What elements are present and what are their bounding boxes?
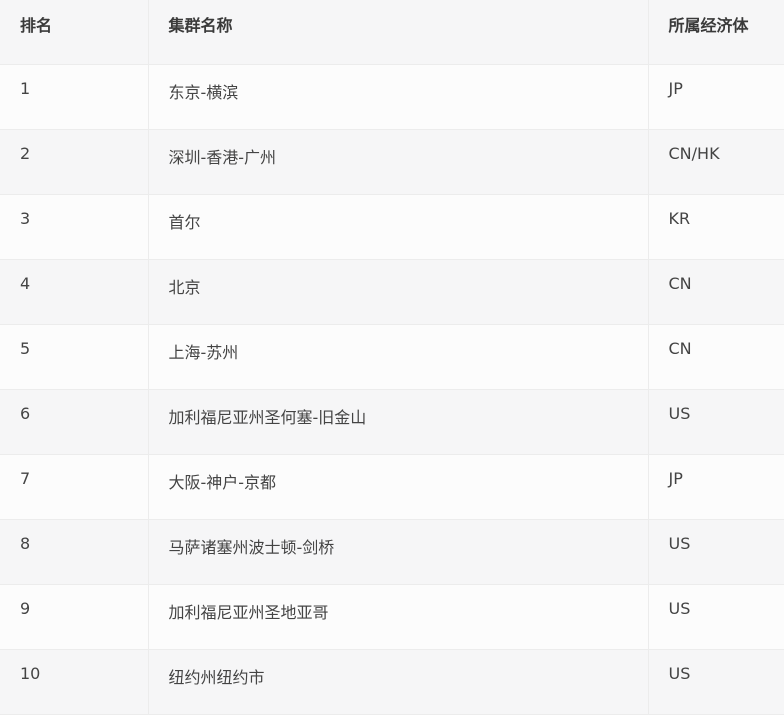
- cluster-name-cell: 马萨诸塞州波士顿-剑桥: [148, 519, 649, 584]
- table-row: 10 纽约州纽约市 US: [0, 649, 784, 714]
- economy-cell: JP: [668, 468, 683, 488]
- rank-cell: 3: [0, 194, 149, 259]
- table-body: 1 东京-横滨 JP 2 深圳-香港-广州 CN/HK 3 首尔 KR 4 北京…: [0, 64, 784, 714]
- rank-cell: 9: [0, 584, 149, 649]
- rank-cell: 4: [0, 259, 149, 324]
- economy-cell: US: [668, 533, 691, 553]
- header-economy: 所属经济体: [668, 16, 749, 35]
- economy-cell: CN: [668, 273, 692, 293]
- table-row: 2 深圳-香港-广州 CN/HK: [0, 129, 784, 194]
- rank-cell: 10: [0, 649, 149, 714]
- cluster-name-cell: 上海-苏州: [148, 324, 649, 389]
- economy-cell: US: [668, 403, 691, 423]
- table-row: 1 东京-横滨 JP: [0, 64, 784, 129]
- cluster-name-cell: 加利福尼亚州圣何塞-旧金山: [148, 389, 649, 454]
- header-row: 排名 集群名称 所属经济体: [0, 0, 784, 64]
- table-row: 8 马萨诸塞州波士顿-剑桥 US: [0, 519, 784, 584]
- economy-cell: CN/HK: [668, 143, 720, 163]
- economy-cell: KR: [668, 208, 691, 228]
- cluster-name-cell: 首尔: [148, 194, 649, 259]
- table-header: 排名 集群名称 所属经济体: [0, 0, 784, 64]
- header-cluster-name: 集群名称: [148, 0, 649, 64]
- table-row: 3 首尔 KR: [0, 194, 784, 259]
- economy-cell: CN: [668, 338, 692, 358]
- cluster-name-cell: 深圳-香港-广州: [148, 129, 649, 194]
- cluster-name-cell: 东京-横滨: [148, 64, 649, 129]
- header-rank: 排名: [0, 0, 149, 64]
- economy-cell: JP: [668, 78, 683, 98]
- rank-cell: 6: [0, 389, 149, 454]
- economy-cell: US: [668, 598, 691, 618]
- table-row: 7 大阪-神户-京都 JP: [0, 454, 784, 519]
- table-row: 4 北京 CN: [0, 259, 784, 324]
- rank-cell: 8: [0, 519, 149, 584]
- rank-cell: 1: [0, 64, 149, 129]
- cluster-name-cell: 加利福尼亚州圣地亚哥: [148, 584, 649, 649]
- table-row: 6 加利福尼亚州圣何塞-旧金山 US: [0, 389, 784, 454]
- ranking-table: 排名 集群名称 所属经济体 1 东京-横滨 JP 2 深圳-香港-广州 CN/H…: [0, 0, 784, 715]
- economy-cell: US: [668, 663, 691, 683]
- rank-cell: 5: [0, 324, 149, 389]
- rank-cell: 2: [0, 129, 149, 194]
- cluster-name-cell: 纽约州纽约市: [148, 649, 649, 714]
- cluster-name-cell: 北京: [148, 259, 649, 324]
- table-row: 5 上海-苏州 CN: [0, 324, 784, 389]
- table-row: 9 加利福尼亚州圣地亚哥 US: [0, 584, 784, 649]
- cluster-name-cell: 大阪-神户-京都: [148, 454, 649, 519]
- rank-cell: 7: [0, 454, 149, 519]
